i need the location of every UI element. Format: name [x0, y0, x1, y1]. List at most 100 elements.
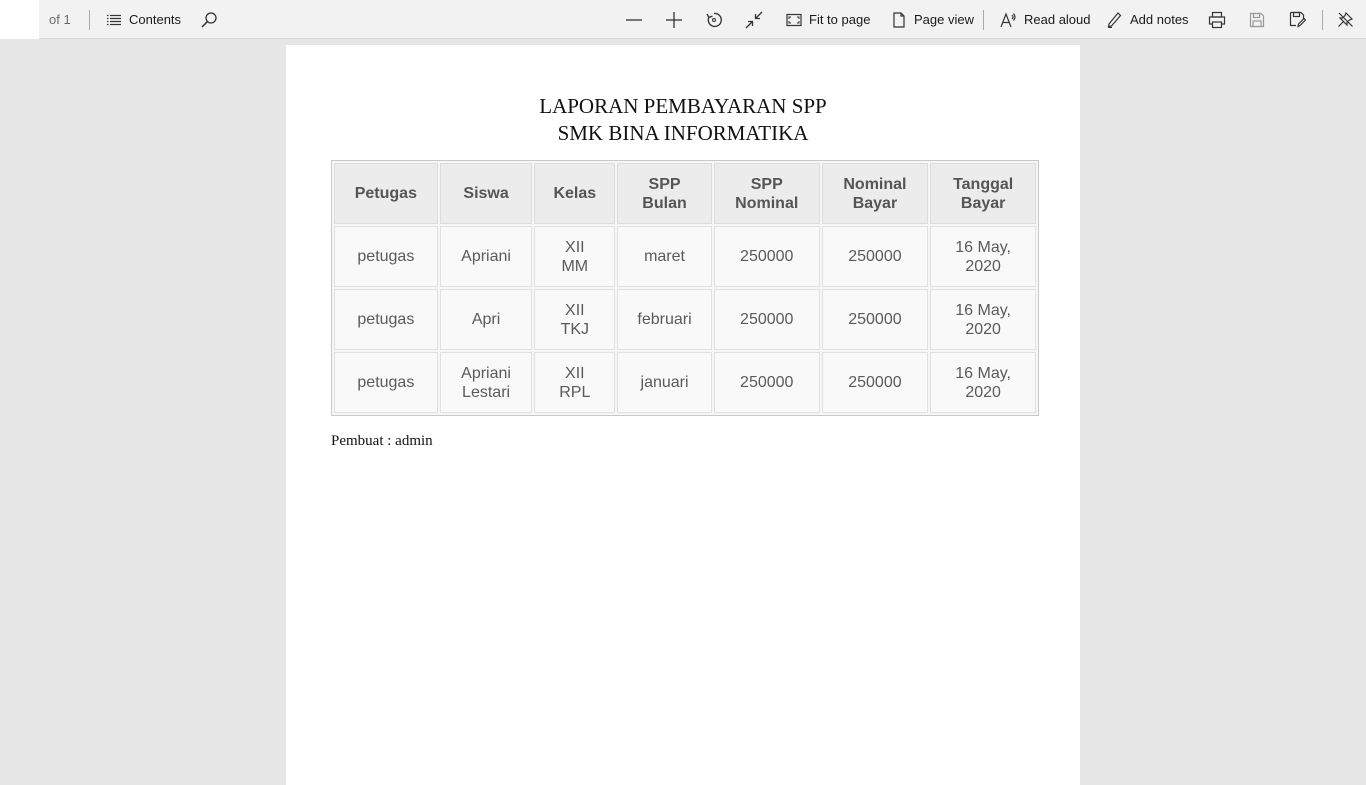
save-as-button[interactable]	[1289, 0, 1306, 39]
search-button[interactable]	[200, 0, 218, 39]
table-cell-value: 250000	[740, 311, 794, 328]
page-view-icon	[891, 11, 907, 28]
report-title-line-1: LAPORAN PEMBAYARAN SPP	[539, 94, 827, 118]
table-cell-value: 16 May, 2020	[955, 364, 1011, 401]
collapse-button[interactable]	[745, 0, 763, 39]
table-cell-value: petugas	[357, 311, 415, 328]
table-header-label: Kelas	[553, 185, 597, 202]
table-cell-value: 250000	[848, 248, 902, 265]
table-cell: 16 May, 2020	[930, 352, 1036, 413]
table-header-cell: Tanggal Bayar	[930, 163, 1036, 224]
add-notes-label: Add notes	[1130, 12, 1189, 27]
read-aloud-icon	[1000, 11, 1017, 28]
search-icon	[200, 11, 218, 29]
table-cell: 250000	[713, 226, 820, 287]
table-cell: petugas	[334, 289, 438, 350]
table-cell-value: Apri	[471, 311, 501, 328]
page-view-label: Page view	[914, 12, 974, 27]
table-cell: petugas	[334, 352, 438, 413]
page-view-button[interactable]: Page view	[891, 0, 974, 39]
table-header-label: Petugas	[354, 185, 417, 202]
table-cell: petugas	[334, 226, 438, 287]
table-cell-value: 250000	[848, 374, 902, 391]
contents-label: Contents	[129, 12, 182, 27]
toolbar-divider	[1322, 10, 1323, 30]
table-cell-value: 16 May, 2020	[955, 238, 1011, 275]
fit-to-page-label: Fit to page	[809, 12, 871, 27]
read-aloud-button[interactable]: Read aloud	[1000, 0, 1091, 39]
table-header-cell: Siswa	[439, 163, 533, 224]
rotate-icon	[705, 11, 723, 29]
table-header-label: SPP Nominal	[735, 175, 799, 212]
toolbar-divider	[983, 10, 984, 30]
table-cell: XII MM	[534, 226, 616, 287]
zoom-in-button[interactable]	[665, 0, 683, 39]
zoom-in-icon	[665, 11, 683, 29]
unpin-icon	[1337, 11, 1354, 28]
zoom-out-icon	[625, 11, 643, 29]
table-header-cell: Petugas	[334, 163, 438, 224]
print-icon	[1208, 11, 1226, 29]
fit-to-page-icon	[786, 12, 802, 28]
table-cell-value: XII RPL	[559, 364, 591, 401]
table-cell: 250000	[821, 352, 929, 413]
table-cell: januari	[617, 352, 712, 413]
table-cell-value: 250000	[848, 311, 902, 328]
table-header-label: Nominal Bayar	[843, 175, 907, 212]
table-header-cell: Kelas	[534, 163, 616, 224]
table-cell-value: XII TKJ	[560, 301, 590, 338]
table-cell-value: petugas	[357, 374, 415, 391]
table-cell-value: Apriani Lestari	[461, 364, 511, 401]
table-cell-value: januari	[640, 374, 689, 391]
save-icon	[1249, 12, 1265, 28]
table-header-label: SPP Bulan	[642, 175, 687, 212]
table-cell: 250000	[713, 289, 820, 350]
add-notes-icon	[1106, 11, 1123, 28]
table-header-cell: SPP Nominal	[713, 163, 820, 224]
zoom-out-button[interactable]	[625, 0, 643, 39]
pdf-toolbar: of 1 Contents Fit to page Page view Read…	[0, 0, 1366, 39]
payment-report-table: Petugas Siswa Kelas SPP Bulan SPP Nominal Nom…	[331, 160, 1039, 416]
table-header-cell: SPP Bulan	[617, 163, 712, 224]
table-cell: Apriani Lestari	[439, 352, 533, 413]
table-row: petugas Apri XII TKJ februari 250000 250000 16…	[334, 289, 1036, 350]
report-title-line-2: SMK BINA INFORMATIKA	[557, 121, 809, 145]
table-cell-value: februari	[637, 311, 692, 328]
table-cell-value: maret	[644, 248, 685, 265]
table-header-label: Siswa	[463, 185, 509, 202]
table-cell: XII RPL	[534, 352, 616, 413]
table-cell: 16 May, 2020	[930, 289, 1036, 350]
table-cell-value: 250000	[740, 248, 794, 265]
table-row: petugas Apriani Lestari XII RPL januari 2500…	[334, 352, 1036, 413]
table-cell: maret	[617, 226, 712, 287]
save-as-icon	[1289, 11, 1306, 28]
fit-to-page-button[interactable]: Fit to page	[786, 0, 870, 39]
table-header-cell: Nominal Bayar	[821, 163, 929, 224]
add-notes-button[interactable]: Add notes	[1106, 0, 1189, 39]
save-button[interactable]	[1249, 0, 1265, 39]
contents-button[interactable]: Contents	[106, 0, 181, 39]
read-aloud-label: Read aloud	[1024, 12, 1091, 27]
table-cell-value: Apriani	[461, 248, 511, 265]
rotate-button[interactable]	[705, 0, 723, 39]
table-cell: 250000	[821, 289, 929, 350]
table-cell-value: 16 May, 2020	[955, 301, 1011, 338]
page-total-label: of 1	[49, 12, 71, 27]
table-cell: 16 May, 2020	[930, 226, 1036, 287]
pdf-page: LAPORAN PEMBAYARAN SPP SMK BINA INFORMAT…	[286, 45, 1080, 785]
unpin-toolbar-button[interactable]	[1337, 0, 1354, 39]
print-button[interactable]	[1208, 0, 1226, 39]
table-header-label: Tanggal Bayar	[953, 175, 1014, 212]
table-cell-value: 250000	[740, 374, 794, 391]
toolbar-divider	[89, 10, 90, 30]
table-cell-value: XII MM	[561, 238, 589, 275]
table-cell: 250000	[821, 226, 929, 287]
table-cell: Apriani	[439, 226, 533, 287]
table-cell: XII TKJ	[534, 289, 616, 350]
table-cell: Apri	[439, 289, 533, 350]
report-author: Pembuat : admin	[331, 433, 433, 449]
page-number-input[interactable]	[0, 0, 39, 39]
contents-icon	[106, 12, 122, 28]
table-cell: 250000	[713, 352, 820, 413]
table-cell: februari	[617, 289, 712, 350]
